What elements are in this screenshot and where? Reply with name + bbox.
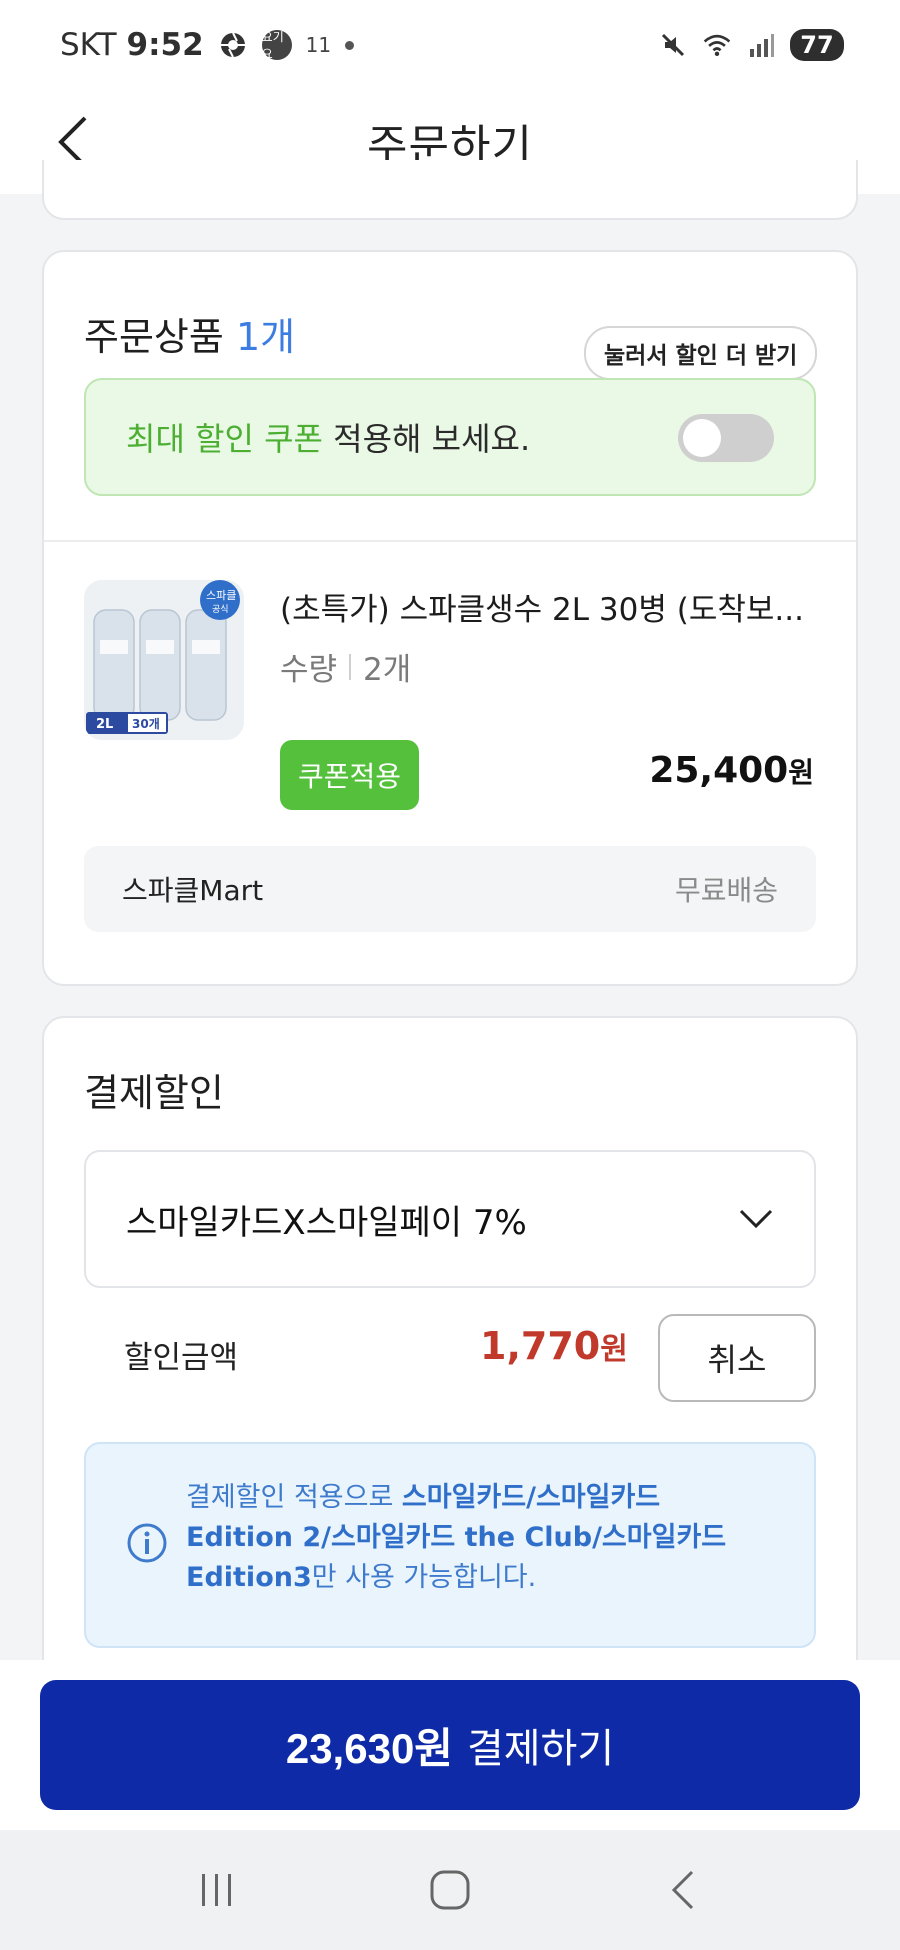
camera-shutter-icon <box>218 30 248 60</box>
pay-button[interactable]: 23,630원 결제하기 <box>40 1680 860 1810</box>
info-prefix: 결제할인 적용으로 <box>186 1482 402 1513</box>
discount-amount-label: 할인금액 <box>124 1340 239 1376</box>
product-name[interactable]: (초특가) 스파클생수 2L 30병 (도착보... <box>280 584 820 629</box>
coupon-toggle[interactable] <box>678 414 774 462</box>
apply-coupon-button[interactable]: 쿠폰적용 <box>280 740 420 810</box>
cancel-discount-button[interactable]: 취소 <box>658 1314 816 1402</box>
shipping-info: 무료배송 <box>674 874 778 907</box>
battery-level: 77 <box>790 29 844 61</box>
pay-amount: 23,630원 <box>285 1724 453 1772</box>
info-suffix: 만 사용 가능합니다. <box>311 1562 537 1593</box>
home-button[interactable] <box>405 1855 495 1925</box>
price-number: 25,400 <box>649 750 789 791</box>
discount-number: 1,770 <box>480 1324 601 1368</box>
order-section-title: 주문상품 1개 <box>84 306 295 361</box>
coupon-highlight: 최대 할인 쿠폰 <box>126 420 323 458</box>
status-bar: SKT 9:52 요기요 11 77 <box>0 0 900 90</box>
clock: 9:52 <box>126 27 204 63</box>
coupon-banner-text: 최대 할인 쿠폰 적용해 보세요. <box>126 414 530 460</box>
quantity-label: 수량 <box>280 652 338 688</box>
home-icon <box>430 1870 470 1910</box>
pay-action-label: 결제하기 <box>466 1727 615 1771</box>
toggle-knob <box>683 419 721 457</box>
status-right: 77 <box>658 29 844 61</box>
carrier-label: SKT <box>60 27 117 63</box>
discount-info-text: 결제할인 적용으로 스마일카드/스마일카드 Edition 2/스마일카드 th… <box>186 1478 774 1598</box>
discount-unit: 원 <box>600 1332 628 1367</box>
mute-icon <box>658 30 688 60</box>
image-size-text: 2L <box>96 717 113 732</box>
product-image[interactable]: 스파클 공식 2L 30개 <box>84 580 244 740</box>
back-icon <box>672 1870 694 1910</box>
chevron-down-icon <box>739 1209 773 1229</box>
order-items-card: 주문상품 1개 눌러서 할인 더 받기 최대 할인 쿠폰 적용해 보세요. 스파… <box>42 250 858 986</box>
order-title-text: 주문상품 <box>84 315 224 359</box>
discount-option-select[interactable]: 스마일카드X스마일페이 7% <box>84 1150 816 1288</box>
price-unit: 원 <box>788 756 814 789</box>
quantity-separator <box>349 653 352 680</box>
status-left: SKT 9:52 요기요 11 <box>60 27 355 63</box>
status-small-label: 11 <box>305 33 332 57</box>
nav-back-button[interactable] <box>638 1855 728 1925</box>
payment-discount-card: 결제할인 스마일카드X스마일페이 7% 할인금액 1,770원 취소 결제할인 … <box>42 1016 858 1716</box>
notification-dot-icon <box>345 40 355 50</box>
quantity-row: 수량 2개 <box>280 644 411 689</box>
recent-apps-button[interactable] <box>172 1855 262 1925</box>
image-brand-text: 스파클 <box>206 589 236 602</box>
signal-icon <box>746 30 776 60</box>
quantity-value: 2개 <box>363 652 412 688</box>
wifi-icon <box>702 30 732 60</box>
seller-name[interactable]: 스파클Mart <box>122 869 263 909</box>
selected-discount-option: 스마일카드X스마일페이 7% <box>126 1202 527 1243</box>
info-icon <box>127 1523 167 1563</box>
system-nav-bar <box>0 1830 900 1950</box>
discount-amount: 1,770원 <box>480 1324 628 1368</box>
section-divider <box>44 540 856 542</box>
coupon-rest: 적용해 보세요. <box>322 420 531 458</box>
discount-tooltip: 눌러서 할인 더 받기 <box>584 326 818 380</box>
image-count-text: 30개 <box>132 717 160 731</box>
product-price: 25,400원 <box>649 750 814 791</box>
order-count: 1개 <box>235 315 296 359</box>
max-coupon-banner[interactable]: 최대 할인 쿠폰 적용해 보세요. <box>84 378 816 496</box>
app-badge-icon: 요기요 <box>261 30 292 61</box>
discount-info-box: 결제할인 적용으로 스마일카드/스마일카드 Edition 2/스마일카드 th… <box>84 1442 816 1648</box>
recent-apps-icon <box>201 1874 231 1906</box>
image-brand-sub-text: 공식 <box>212 604 229 615</box>
bottom-bar: 23,630원 결제하기 <box>0 1660 900 1830</box>
seller-box: 스파클Mart 무료배송 <box>84 846 816 932</box>
previous-card-bottom <box>42 160 858 220</box>
payment-discount-title: 결제할인 <box>84 1071 224 1115</box>
